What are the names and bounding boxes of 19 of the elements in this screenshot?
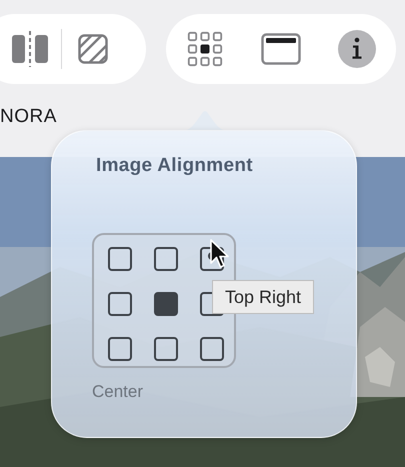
popover-title: Image Alignment: [96, 155, 253, 177]
section-heading: NORA: [0, 106, 57, 128]
info-button[interactable]: [336, 28, 378, 70]
alignment-cell[interactable]: [154, 337, 178, 361]
alignment-cell[interactable]: [108, 337, 132, 361]
alignment-cell[interactable]: [200, 337, 224, 361]
split-view-button[interactable]: [9, 28, 51, 70]
cursor-icon: [209, 238, 231, 270]
window-icon: [261, 33, 301, 65]
info-icon: [337, 29, 377, 69]
alignment-cell[interactable]: [154, 247, 178, 271]
alignment-cell[interactable]: [108, 247, 132, 271]
alignment-cell[interactable]: [108, 292, 132, 316]
hatched-square-icon: [78, 34, 108, 64]
split-view-icon: [12, 29, 48, 69]
alignment-value: Center: [92, 382, 144, 402]
grid-icon: [187, 31, 223, 67]
alignment-cell[interactable]: [154, 292, 178, 316]
tooltip: Top Right: [212, 280, 314, 314]
